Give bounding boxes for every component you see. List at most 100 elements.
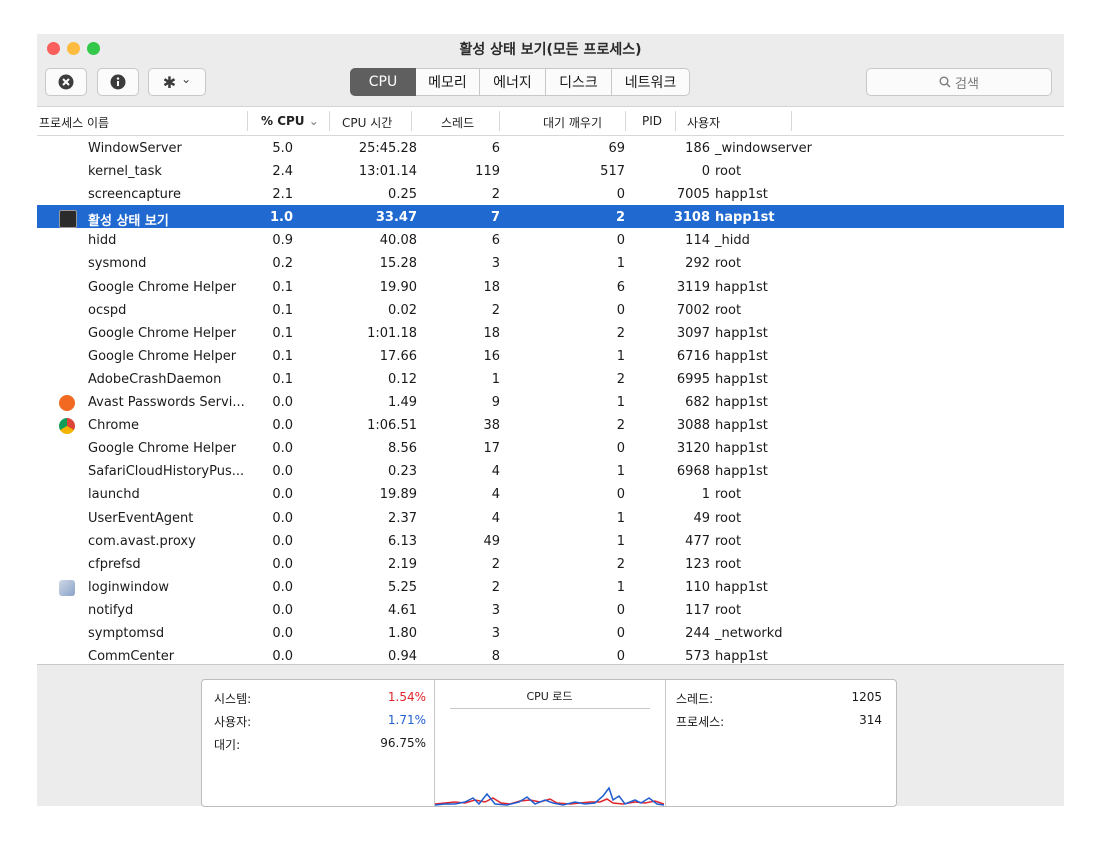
column-header-threads[interactable]: 스레드 — [441, 114, 474, 131]
cell-threads: 2 — [491, 579, 500, 595]
action-menu-button[interactable]: ✱ ⌄ — [148, 68, 206, 96]
process-table: 프로세스 이름 % CPU ⌄ CPU 시간 스레드 대기 깨우기 PID 사용… — [37, 106, 1064, 664]
cell-name: Avast Passwords Servi... — [88, 395, 245, 411]
cell-threads: 3 — [491, 256, 500, 272]
cell-user: happ1st — [715, 348, 768, 364]
view-tabs: CPU 메모리 에너지 디스크 네트워크 — [350, 68, 690, 96]
cpu-load-title: CPU 로드 — [526, 690, 573, 703]
table-row[interactable]: Google Chrome Helper 0.1 19.90 18 6 3119 happ1… — [37, 275, 1064, 298]
table-row[interactable]: symptomsd 0.0 1.80 3 0 244 _networkd — [37, 621, 1064, 644]
cell-user: root — [715, 487, 742, 503]
cell-user: happ1st — [715, 325, 768, 341]
cpu-summary-area: 시스템: 1.54% 사용자: 1.71% 대기: 96.75% CPU 로드 … — [37, 664, 1064, 807]
table-row[interactable]: WindowServer 5.0 25:45.28 6 69 186 _windowserv… — [37, 136, 1064, 159]
search-field[interactable]: 검색 — [866, 68, 1052, 96]
table-row[interactable]: Avast Passwords Servi... 0.0 1.49 9 1 682 happ… — [37, 390, 1064, 413]
cell-wakeups: 1 — [616, 395, 625, 411]
tab-memory[interactable]: 메모리 — [416, 68, 480, 96]
table-row[interactable]: sysmond 0.2 15.28 3 1 292 root — [37, 251, 1064, 274]
cell-user: root — [715, 533, 742, 549]
cell-name: SafariCloudHistoryPus... — [88, 464, 245, 480]
cell-threads: 16 — [483, 348, 500, 364]
cell-user: root — [715, 510, 742, 526]
cell-cpu: 5.0 — [272, 141, 293, 156]
cell-pid: 6716 — [676, 348, 710, 364]
cell-pid: 6995 — [676, 371, 710, 387]
cell-time: 1:06.51 — [367, 418, 417, 434]
cell-name: ocspd — [88, 302, 127, 318]
table-row[interactable]: screencapture 2.1 0.25 2 0 7005 happ1st — [37, 182, 1064, 205]
column-header-name[interactable]: 프로세스 이름 — [39, 114, 109, 131]
cell-time: 8.56 — [388, 441, 417, 457]
cell-user: happ1st — [715, 395, 768, 411]
cell-pid: 477 — [685, 533, 710, 549]
cell-threads: 6 — [491, 233, 500, 249]
cell-cpu: 0.0 — [272, 441, 293, 457]
column-header-cpu-time[interactable]: CPU 시간 — [342, 114, 392, 131]
cell-wakeups: 2 — [615, 210, 625, 226]
toolbar: ✱ ⌄ CPU 메모리 에너지 디스크 네트워크 검색 — [37, 62, 1064, 104]
cell-name: AdobeCrashDaemon — [88, 371, 222, 387]
tab-network[interactable]: 네트워크 — [612, 68, 690, 96]
loginwindow-icon — [59, 579, 75, 596]
table-row[interactable]: SafariCloudHistoryPus... 0.0 0.23 4 1 6968 hap… — [37, 459, 1064, 482]
stop-process-button[interactable] — [45, 68, 87, 96]
cell-threads: 4 — [491, 487, 500, 503]
tab-disk[interactable]: 디스크 — [546, 68, 612, 96]
cell-pid: 3097 — [676, 325, 710, 341]
inspect-process-button[interactable] — [97, 68, 139, 96]
cell-name: Google Chrome Helper — [88, 279, 237, 295]
cell-wakeups: 0 — [616, 233, 625, 249]
table-row[interactable]: Google Chrome Helper 0.0 8.56 17 0 3120 happ1s… — [37, 436, 1064, 459]
cell-cpu: 0.0 — [272, 418, 293, 434]
cell-threads: 1 — [491, 371, 500, 387]
table-row[interactable]: kernel_task 2.4 13:01.14 119 517 0 root — [37, 159, 1064, 182]
cpu-load-title-divider — [450, 708, 650, 709]
cell-name: Google Chrome Helper — [88, 325, 237, 341]
cell-pid: 114 — [685, 233, 710, 249]
tab-energy[interactable]: 에너지 — [480, 68, 546, 96]
cell-threads: 18 — [483, 325, 500, 341]
table-row[interactable]: notifyd 0.0 4.61 3 0 117 root — [37, 598, 1064, 621]
table-row[interactable]: 활성 상태 보기 1.0 33.47 7 2 3108 happ1st — [37, 205, 1064, 229]
cell-pid: 49 — [693, 510, 710, 526]
cell-threads: 6 — [491, 141, 500, 156]
tab-cpu[interactable]: CPU — [350, 68, 416, 96]
cell-threads: 49 — [483, 533, 500, 549]
cell-wakeups: 0 — [616, 302, 625, 318]
table-row[interactable]: hidd 0.9 40.08 6 0 114 _hidd — [37, 228, 1064, 251]
chrome-icon — [59, 418, 75, 435]
table-row[interactable]: Chrome 0.0 1:06.51 38 2 3088 happ1st — [37, 413, 1064, 436]
cell-name: Google Chrome Helper — [88, 348, 237, 364]
column-header-wakeups[interactable]: 대기 깨우기 — [543, 114, 602, 131]
table-row[interactable]: Google Chrome Helper 0.1 17.66 16 1 6716 happ1… — [37, 344, 1064, 367]
column-header-user[interactable]: 사용자 — [687, 114, 720, 131]
cell-time: 1.80 — [388, 625, 417, 641]
cpu-load-graph — [435, 786, 664, 806]
cell-pid: 3108 — [673, 210, 710, 226]
cell-pid: 3088 — [676, 418, 710, 434]
cell-pid: 7002 — [676, 302, 710, 318]
idle-label: 대기: — [214, 738, 241, 752]
column-header-pid[interactable]: PID — [642, 114, 662, 128]
table-row[interactable]: ocspd 0.1 0.02 2 0 7002 root — [37, 298, 1064, 321]
table-row[interactable]: CommCenter 0.0 0.94 8 0 573 happ1st — [37, 644, 1064, 664]
cell-time: 13:01.14 — [358, 164, 417, 180]
table-row[interactable]: launchd 0.0 19.89 4 0 1 root — [37, 482, 1064, 505]
table-row[interactable]: UserEventAgent 0.0 2.37 4 1 49 root — [37, 506, 1064, 529]
cell-cpu: 0.0 — [272, 625, 293, 641]
cell-wakeups: 1 — [616, 256, 625, 272]
table-row[interactable]: loginwindow 0.0 5.25 2 1 110 happ1st — [37, 575, 1064, 598]
cell-wakeups: 0 — [616, 441, 625, 457]
cell-time: 4.61 — [388, 602, 417, 618]
table-row[interactable]: Google Chrome Helper 0.1 1:01.18 18 2 3097 hap… — [37, 321, 1064, 344]
column-header-cpu[interactable]: % CPU ⌄ — [261, 114, 319, 128]
cell-user: happ1st — [715, 279, 768, 295]
table-header: 프로세스 이름 % CPU ⌄ CPU 시간 스레드 대기 깨우기 PID 사용… — [37, 107, 1064, 136]
table-row[interactable]: com.avast.proxy 0.0 6.13 49 1 477 root — [37, 529, 1064, 552]
cell-pid: 3120 — [676, 441, 710, 457]
cell-cpu: 1.0 — [269, 210, 293, 226]
table-row[interactable]: cfprefsd 0.0 2.19 2 2 123 root — [37, 552, 1064, 575]
table-row[interactable]: AdobeCrashDaemon 0.1 0.12 1 2 6995 happ1st — [37, 367, 1064, 390]
process-rows: WindowServer 5.0 25:45.28 6 69 186 _windowserv… — [37, 136, 1064, 664]
